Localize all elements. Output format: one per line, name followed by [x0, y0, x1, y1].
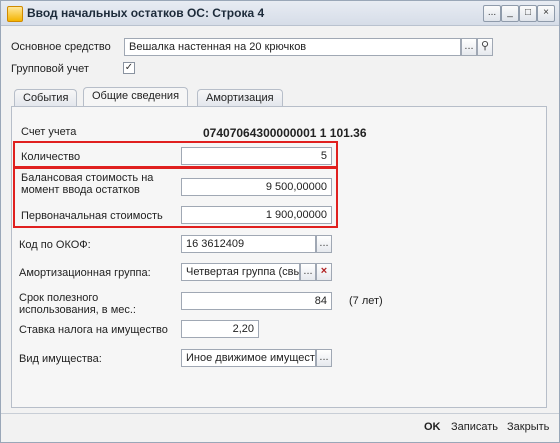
asset-select-button[interactable]: ... — [461, 38, 477, 56]
initial-cost-field[interactable]: 1 900,00000 — [181, 206, 332, 224]
balance-cost-label-line2: момент ввода остатков — [21, 184, 140, 196]
account-label: Счет учета — [21, 126, 77, 138]
useful-life-years: (7 лет) — [349, 295, 383, 307]
property-tax-field[interactable]: 2,20 — [181, 320, 259, 338]
depreciation-group-field[interactable]: Четвертая группа (свы — [181, 263, 300, 281]
quantity-field[interactable]: 5 — [181, 147, 332, 165]
useful-life-label-line1: Срок полезного — [19, 292, 99, 304]
tab-general[interactable]: Общие сведения — [83, 87, 189, 108]
search-icon[interactable]: ⚲ — [477, 38, 493, 56]
more-actions-icon[interactable]: ... — [483, 5, 501, 22]
account-value: 07407064300000001 1 101.36 — [203, 126, 367, 140]
quantity-label: Количество — [21, 151, 81, 163]
tab-depreciation[interactable]: Амортизация — [197, 89, 283, 107]
minimize-icon[interactable]: _ — [501, 5, 519, 22]
close-button[interactable]: Закрыть — [507, 421, 549, 433]
okof-label: Код по ОКОФ: — [19, 239, 91, 251]
property-type-label: Вид имущества: — [19, 353, 102, 365]
asset-field[interactable]: Вешалка настенная на 20 крючков — [124, 38, 461, 56]
useful-life-field[interactable]: 84 — [181, 292, 332, 310]
dialog-window: Ввод начальных остатков ОС: Строка 4 ...… — [0, 0, 560, 443]
footer-separator — [1, 413, 559, 414]
asset-label: Основное средство — [11, 41, 111, 53]
property-type-field[interactable]: Иное движимое имущест — [181, 349, 316, 367]
title-bar[interactable]: Ввод начальных остатков ОС: Строка 4 ...… — [1, 1, 559, 26]
useful-life-label-line2: использования, в мес.: — [19, 304, 136, 316]
maximize-icon[interactable]: □ — [519, 5, 537, 22]
depreciation-group-label: Амортизационная группа: — [19, 267, 151, 279]
clear-icon[interactable]: × — [316, 263, 332, 281]
save-button[interactable]: Записать — [451, 421, 498, 433]
balance-cost-label-line1: Балансовая стоимость на — [21, 172, 154, 184]
balance-cost-field[interactable]: 9 500,00000 — [181, 178, 332, 196]
ok-button[interactable]: OK — [424, 421, 441, 433]
close-icon[interactable]: × — [537, 5, 555, 22]
window-title: Ввод начальных остатков ОС: Строка 4 — [27, 6, 265, 20]
initial-cost-label: Первоначальная стоимость — [21, 210, 163, 222]
tab-events[interactable]: События — [14, 89, 78, 107]
app-icon — [7, 6, 23, 22]
group-accounting-checkbox[interactable]: ✓ — [123, 62, 135, 74]
property-type-select-button[interactable]: ... — [316, 349, 332, 367]
okof-select-button[interactable]: ... — [316, 235, 332, 253]
property-tax-label: Ставка налога на имущество — [19, 324, 168, 336]
okof-field[interactable]: 16 3612409 — [181, 235, 316, 253]
group-accounting-label: Групповой учет — [11, 63, 89, 75]
depreciation-group-select-button[interactable]: ... — [300, 263, 316, 281]
